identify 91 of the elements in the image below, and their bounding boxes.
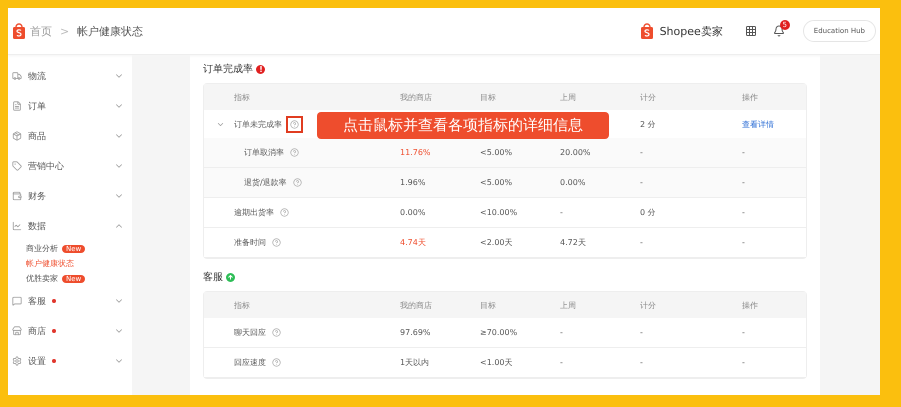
sidebar-item[interactable]: 设置 <box>28 354 46 368</box>
help-icon[interactable] <box>278 206 291 219</box>
table-cell-text: - <box>640 328 644 337</box>
wallet-icon <box>12 191 22 201</box>
apps-grid-icon[interactable] <box>744 25 757 37</box>
sidebar-item[interactable]: 商店 <box>28 324 46 338</box>
column-header: 操作 <box>742 92 759 102</box>
table-cell-text: 97.69% <box>400 328 432 337</box>
table-cell-text: - <box>640 148 644 157</box>
sidebar-subitem[interactable]: 商业分析 <box>26 243 58 254</box>
breadcrumb-separator: > <box>60 24 70 38</box>
line-chart-icon <box>12 221 22 231</box>
help-icon[interactable] <box>288 146 301 159</box>
metric-name: 准备时间 <box>234 237 266 248</box>
table-cell-text: <1.00天 <box>480 357 514 368</box>
metric-name: 退货/退款率 <box>244 177 287 188</box>
help-icon[interactable] <box>270 356 283 369</box>
sidebar-item[interactable]: 物流 <box>28 70 46 82</box>
column-header: 指标 <box>233 300 251 310</box>
notification-bell-icon[interactable] <box>772 25 785 37</box>
section-title: 客服 <box>203 270 223 284</box>
table-cell-text: 1天以内 <box>400 357 430 368</box>
table-cell-text: - <box>742 208 746 217</box>
breadcrumb-item: 帐户健康状态 <box>77 24 144 38</box>
table-cell-text: - <box>640 358 644 367</box>
sidebar-subitem[interactable]: 优胜卖家 <box>26 273 58 284</box>
metric-name: 订单未完成率 <box>234 118 282 130</box>
table-cell-text: - <box>640 178 644 187</box>
table-cell-text: - <box>742 358 746 367</box>
table-cell-text: <10.00% <box>480 208 518 217</box>
chat-icon <box>12 296 22 306</box>
brand-name: Shopee卖家 <box>660 24 723 38</box>
help-icon[interactable] <box>270 326 283 339</box>
column-header: 目标 <box>480 300 497 310</box>
table-cell-text: 0 分 <box>640 207 657 218</box>
help-icon[interactable] <box>290 176 304 189</box>
table-cell-text: 4.72天 <box>560 237 587 248</box>
table-cell-text: <5.00% <box>480 178 514 187</box>
column-header: 操作 <box>742 300 759 310</box>
table-cell-text: ≥70.00% <box>480 328 518 337</box>
truck-icon <box>12 71 22 81</box>
shopping-bag-logo-icon <box>640 23 654 39</box>
table-cell-text: - <box>742 238 746 247</box>
table-cell-text: - <box>640 238 644 247</box>
section-title: 订单完成率 <box>203 62 253 76</box>
table-cell-text: - <box>560 208 564 217</box>
metric-name: 聊天回应 <box>234 327 266 338</box>
help-icon[interactable] <box>270 236 283 249</box>
table-cell-text: 0.00% <box>400 208 426 217</box>
sidebar-subitem[interactable]: 帐户健康状态 <box>26 258 74 269</box>
column-header: 我的商店 <box>400 92 433 102</box>
metric-name: 逾期出货率 <box>234 207 274 218</box>
ok-status-icon <box>226 272 235 282</box>
document-icon <box>12 101 22 111</box>
table-cell-text: <2.00天 <box>480 237 514 248</box>
store-icon <box>12 326 22 336</box>
instruction-callout: 点击鼠标并查看各项指标的详细信息 <box>317 112 609 139</box>
sidebar-item[interactable]: 订单 <box>28 100 46 112</box>
column-header: 上周 <box>560 300 577 310</box>
column-header: 我的商店 <box>400 300 433 310</box>
table-cell-text: - <box>742 328 746 337</box>
table-cell-text: <5.00% <box>480 148 514 157</box>
sidebar-item[interactable]: 数据 <box>28 220 46 232</box>
table-cell-text: 11.76% <box>400 148 432 157</box>
box-icon <box>12 131 22 141</box>
tag-icon <box>12 161 22 171</box>
table-cell-text: - <box>742 178 746 187</box>
table-cell-text: - <box>560 358 564 367</box>
highlighted-help-icon[interactable] <box>286 116 303 132</box>
table-cell-text: - <box>742 148 746 157</box>
table-cell-text: 2 分 <box>640 118 657 130</box>
column-header: 目标 <box>480 92 497 102</box>
sidebar-item[interactable]: 财务 <box>28 190 46 202</box>
settings-icon <box>12 356 22 366</box>
table-cell-text: 20.00% <box>560 148 592 157</box>
sidebar-item[interactable]: 客服 <box>28 294 46 308</box>
column-header: 计分 <box>640 300 657 310</box>
view-details-link[interactable]: 查看详情 <box>742 118 774 130</box>
sidebar-item[interactable]: 商品 <box>28 130 46 142</box>
warning-status-icon <box>256 64 265 74</box>
column-header: 指标 <box>233 92 251 102</box>
column-header: 计分 <box>640 92 657 102</box>
table-cell-text: - <box>560 328 564 337</box>
metric-name: 订单取消率 <box>244 147 284 158</box>
metric-name: 回应速度 <box>234 357 266 368</box>
table-cell-text: 4.74天 <box>400 237 427 248</box>
shopping-bag-logo-icon <box>12 23 26 39</box>
table-cell-text: 1.96% <box>400 178 426 187</box>
column-header: 上周 <box>560 92 577 102</box>
table-cell-text: 0.00% <box>560 178 586 187</box>
sidebar-item[interactable]: 营销中心 <box>28 160 64 172</box>
